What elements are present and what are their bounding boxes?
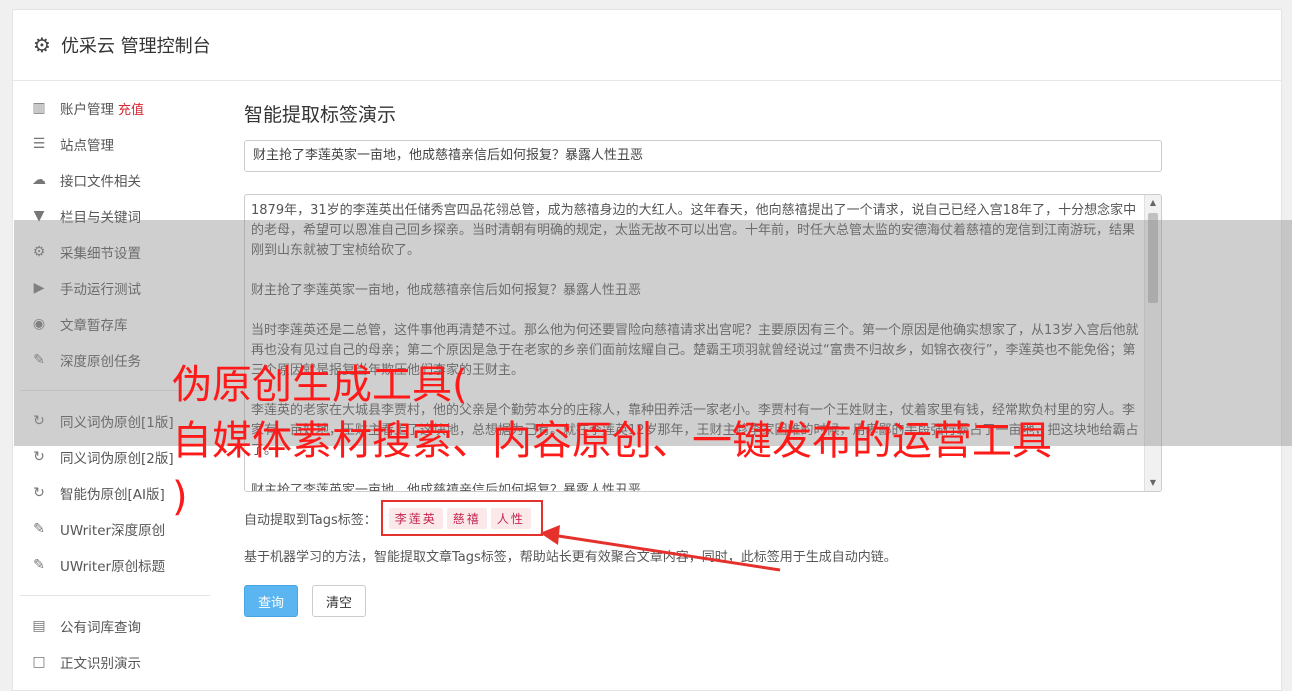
gear-icon: ⚙ bbox=[33, 33, 51, 57]
sidebar-item-label: 公有词库查询 bbox=[60, 620, 141, 636]
scroll-up-icon[interactable]: ▲ bbox=[1145, 195, 1161, 211]
section-heading: 智能提取标签演示 bbox=[244, 104, 397, 126]
sidebar-item[interactable]: ☁ 接口文件相关 bbox=[20, 162, 210, 198]
red-arrow-icon bbox=[540, 525, 781, 572]
cloud-upload-icon: ☁ bbox=[32, 172, 46, 188]
overlay-line-1: 伪原创生成工具( bbox=[172, 362, 468, 408]
sidebar-item[interactable]: ✎ UWriter原创标题 bbox=[20, 547, 210, 583]
overlay-caption: 伪原创生成工具( 自媒体素材搜索、内容原创、一键发布的运营工具 ) bbox=[172, 357, 1272, 525]
page-title: 优采云 管理控制台 bbox=[60, 36, 211, 57]
sidebar-item-label: UWriter原创标题 bbox=[60, 559, 166, 575]
sidebar-item-label: 接口文件相关 bbox=[60, 174, 141, 190]
overlay-line-2: 自媒体素材搜索、内容原创、一键发布的运营工具 bbox=[172, 418, 1052, 464]
button-group: 查询 清空 bbox=[244, 585, 1164, 617]
header: ⚙ 优采云 管理控制台 bbox=[13, 10, 1281, 81]
sidebar-item-label: 站点管理 bbox=[60, 138, 114, 154]
sidebar-item-label: UWriter深度原创 bbox=[60, 523, 166, 539]
edit-icon: ✎ bbox=[33, 521, 45, 537]
sidebar-item[interactable]: □ 正文识别演示 bbox=[20, 644, 210, 680]
query-button[interactable]: 查询 bbox=[244, 585, 298, 617]
bar-chart-icon: ▥ bbox=[32, 100, 46, 116]
sidebar-item[interactable]: ☰ 站点管理 bbox=[20, 126, 210, 162]
title-input[interactable]: 财主抢了李莲英家一亩地，他成慈禧亲信后如何报复？暴露人性丑恶 bbox=[244, 140, 1162, 172]
refresh-icon: ↻ bbox=[33, 485, 45, 501]
square-icon: □ bbox=[32, 654, 46, 670]
book-icon: ▤ bbox=[32, 618, 46, 634]
recharge-badge[interactable]: 充值 bbox=[118, 99, 144, 118]
sidebar-divider bbox=[20, 595, 210, 596]
sidebar-item[interactable]: ▥ 账户管理 充值 bbox=[20, 90, 210, 126]
sidebar-item-label: 智能伪原创[AI版] bbox=[60, 487, 165, 503]
sidebar-item-label: 账户管理 bbox=[60, 102, 114, 118]
clear-button[interactable]: 清空 bbox=[312, 585, 366, 617]
server-icon: ☰ bbox=[32, 136, 46, 152]
sidebar-item-label: 同义词伪原创[2版] bbox=[60, 451, 174, 467]
sidebar-item[interactable]: ▤ 公有词库查询 bbox=[20, 608, 210, 644]
sidebar-item-label: 正文识别演示 bbox=[60, 656, 141, 672]
refresh-icon: ↻ bbox=[33, 449, 45, 465]
edit-icon: ✎ bbox=[33, 557, 45, 573]
